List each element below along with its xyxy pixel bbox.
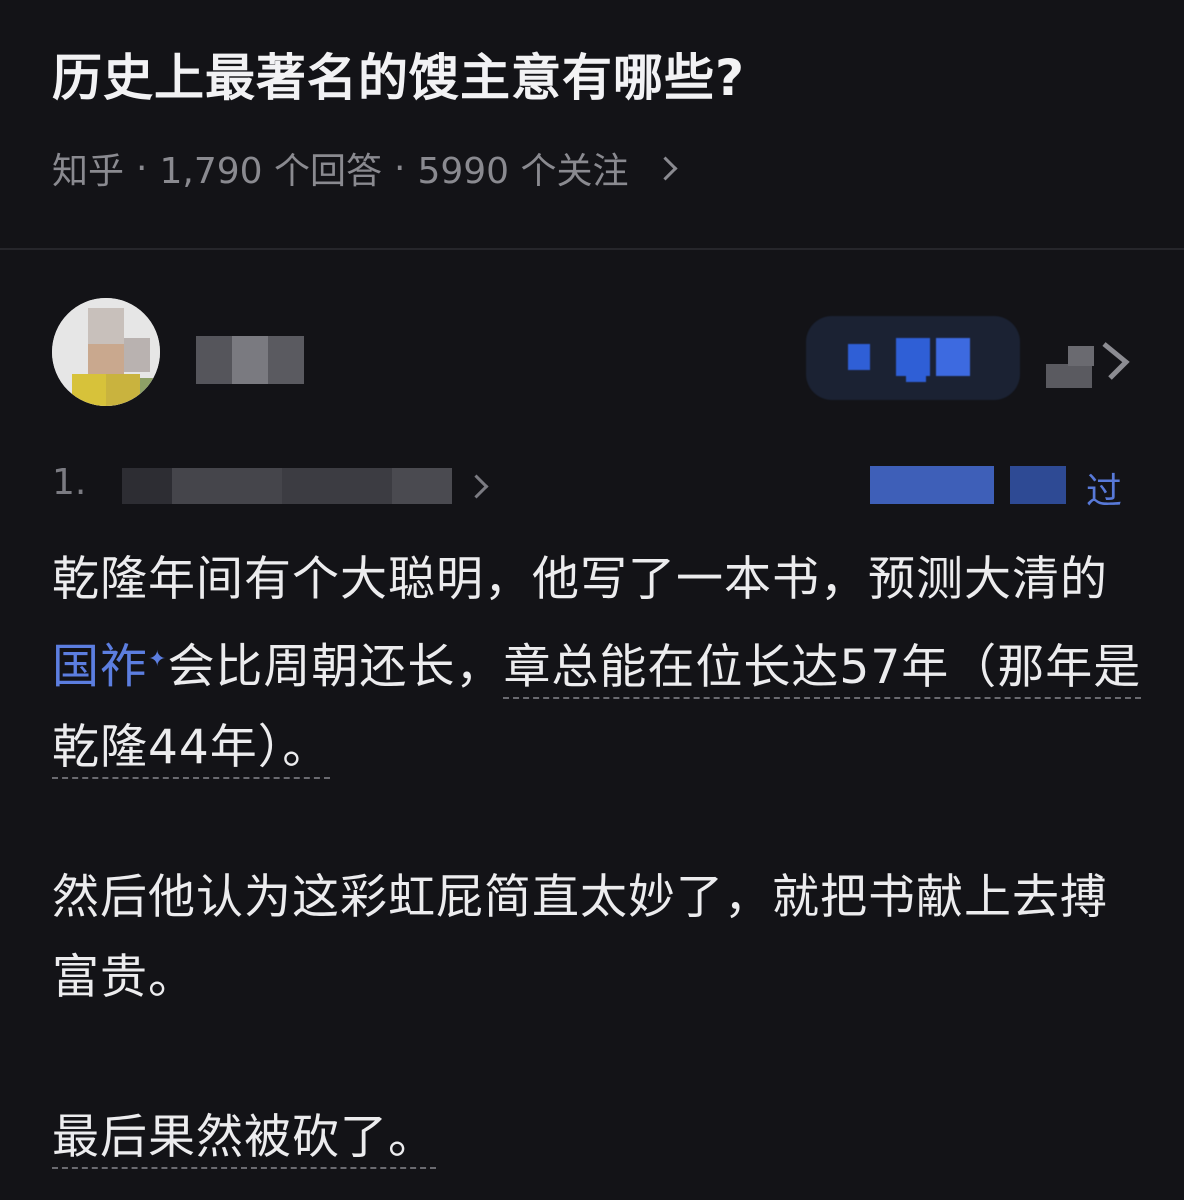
answer-paragraph: 乾隆年间有个大聪明，他写了一本书，预测大清的国祚✦会比周朝还长，章总能在位长达5… bbox=[52, 540, 1142, 788]
follow-button[interactable] bbox=[806, 316, 1020, 400]
answer-page: 历史上最著名的馊主意有哪些? 知乎 · 1,790 个回答 · 5990 个关注 bbox=[0, 0, 1184, 1200]
question-meta[interactable]: 知乎 · 1,790 个回答 · 5990 个关注 bbox=[52, 142, 678, 194]
upvote-count: 1. bbox=[52, 462, 87, 503]
answer-meta[interactable]: 1. 过 bbox=[52, 462, 1152, 512]
answer-count: 1,790 个回答 bbox=[159, 151, 382, 192]
divider bbox=[0, 248, 1184, 250]
avatar[interactable] bbox=[52, 298, 160, 406]
chevron-right-icon[interactable] bbox=[464, 474, 489, 499]
edited-label: 过 bbox=[1085, 471, 1122, 512]
question-title[interactable]: 历史上最著名的馊主意有哪些? bbox=[52, 38, 745, 110]
answer-text: 乾隆年间有个大聪明，他写了一本书，预测大清的 bbox=[52, 552, 1108, 607]
separator: · bbox=[136, 147, 148, 189]
answer-text: 会比周朝还长， bbox=[167, 639, 504, 695]
source-label: 知乎 bbox=[52, 151, 125, 192]
answer-paragraph: 最后果然被砍了。 bbox=[52, 1098, 1142, 1178]
author-name[interactable] bbox=[196, 336, 304, 384]
chevron-right-icon[interactable] bbox=[652, 155, 678, 181]
sparkle-icon: ✦ bbox=[148, 647, 168, 672]
follower-count: 5990 个关注 bbox=[417, 151, 629, 192]
share-icon[interactable] bbox=[1046, 338, 1138, 392]
answer-paragraph: 然后他认为这彩虹屁简直太妙了，就把书献上去搏富贵。 bbox=[52, 870, 1108, 1005]
annotated-text[interactable]: 最后果然被砍了。 bbox=[52, 1110, 436, 1169]
separator: · bbox=[393, 147, 406, 189]
term-link[interactable]: 国祚 bbox=[52, 640, 148, 695]
